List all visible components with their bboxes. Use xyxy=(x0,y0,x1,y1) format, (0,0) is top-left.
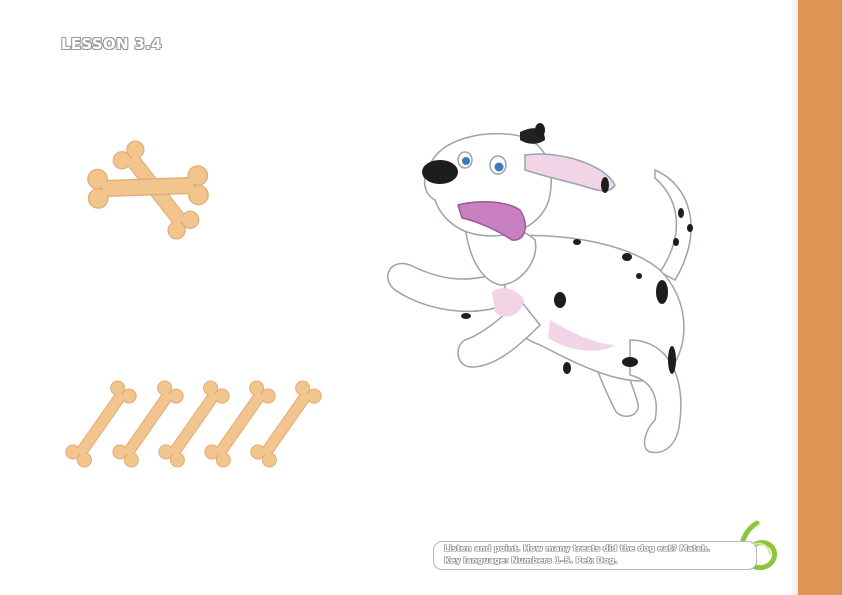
dalmatian-dog-illustration xyxy=(387,123,693,454)
instruction-line-1: Listen and point. How many treats did th… xyxy=(444,544,711,553)
worksheet-page: LESSON 3.4 Listen and point. How many tr… xyxy=(0,0,842,595)
bottom-bone-group xyxy=(62,377,325,471)
instruction-line-2: Key language: Numbers 1–5. Pet: Dog. xyxy=(444,556,618,565)
top-bone-group xyxy=(86,137,210,243)
illustration-layer xyxy=(62,123,778,570)
